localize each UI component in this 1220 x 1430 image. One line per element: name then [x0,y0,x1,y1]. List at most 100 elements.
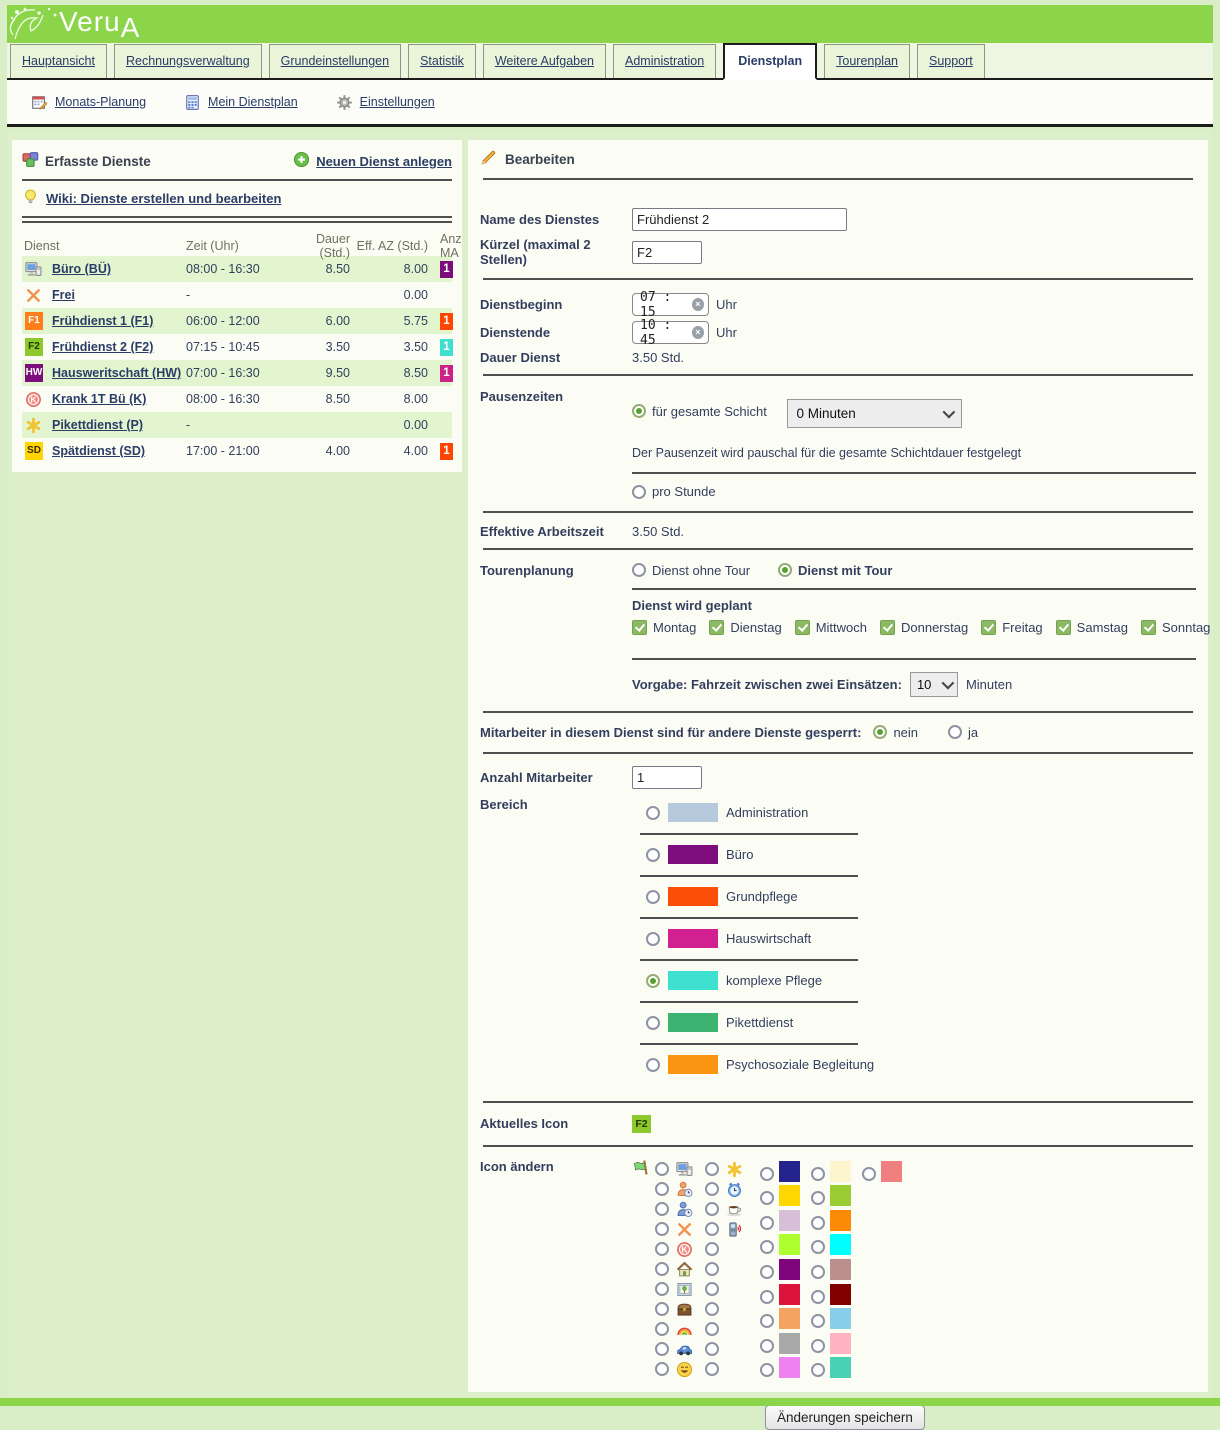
icon-option-radio-flag-violet-icon[interactable] [705,1302,719,1316]
checkbox-freitag[interactable] [981,620,996,635]
tab-dienstplan[interactable]: Dienstplan [723,43,817,80]
subnav-item-einstellungen[interactable]: Einstellungen [336,94,435,111]
color-swatch-48d1b4[interactable] [830,1357,851,1378]
service-link-hausweritschaft-hw[interactable]: Hausweritschaft (HW) [52,366,181,380]
weekday-donnerstag[interactable]: Donnerstag [880,620,968,635]
icon-option-radio-rainbow-icon[interactable] [655,1322,669,1336]
service-link-krank-1t-bue-k[interactable]: Krank 1T Bü (K) [52,392,146,406]
tab-weitere-aufgaben[interactable]: Weitere Aufgaben [483,44,606,78]
checkbox-samstag[interactable] [1056,620,1071,635]
icon-option-radio-x-icon[interactable] [655,1222,669,1236]
save-button[interactable]: Änderungen speichern [765,1405,925,1430]
color-swatch-24248c[interactable] [779,1161,800,1182]
color-option-radio-a9a9a9[interactable] [760,1339,774,1353]
icon-option-radio-house-icon[interactable] [655,1262,669,1276]
checkbox-dienstag[interactable] [709,620,724,635]
bereich-option-komplexe-pflege[interactable]: komplexe Pflege [632,971,1196,991]
color-option-radio-48d1b4[interactable] [811,1363,825,1377]
color-swatch-adff2f[interactable] [779,1234,800,1255]
service-name-input[interactable] [632,208,847,231]
pause-full-shift-radio[interactable] [632,404,646,418]
bereich-radio-psychosoziale-begleitung[interactable] [646,1058,660,1072]
gesperrt-ja-option[interactable]: ja [948,725,978,740]
bereich-option-grundpflege[interactable]: Grundpflege [632,887,1196,907]
color-swatch-fb8b06[interactable] [830,1210,851,1231]
color-swatch-87ceeb[interactable] [830,1308,851,1329]
color-swatch-f08080[interactable] [881,1161,902,1182]
color-option-radio-ffb3c1[interactable] [811,1339,825,1353]
dienstbeginn-input[interactable]: 07 : 15 [632,293,709,316]
color-swatch-ee82ee[interactable] [779,1357,800,1378]
dienstende-input[interactable]: 10 : 45 [632,321,709,344]
icon-option-radio-person-clock-blue-icon[interactable] [655,1202,669,1216]
color-swatch-800000[interactable] [830,1284,851,1305]
icon-option-radio-chest-icon[interactable] [655,1302,669,1316]
icon-option-radio-smiley-icon[interactable] [655,1362,669,1376]
color-swatch-fdf5ce[interactable] [830,1161,851,1182]
gesperrt-nein-option[interactable]: nein [873,725,918,740]
dienst-ohne-tour-option[interactable]: Dienst ohne Tour [632,563,750,578]
icon-option-radio-picture-icon[interactable] [655,1282,669,1296]
weekday-montag[interactable]: Montag [632,620,696,635]
weekday-mittwoch[interactable]: Mittwoch [795,620,867,635]
weekday-dienstag[interactable]: Dienstag [709,620,781,635]
tab-administration[interactable]: Administration [613,44,716,78]
checkbox-montag[interactable] [632,620,647,635]
color-swatch-ffb3c1[interactable] [830,1333,851,1354]
color-option-radio-f08080[interactable] [862,1167,876,1181]
wiki-link[interactable]: Wiki: Dienste erstellen und bearbeiten [22,187,452,209]
gesperrt-nein-radio[interactable] [873,725,887,739]
service-link-buero-bue[interactable]: Büro (BÜ) [52,262,111,276]
dienst-mit-tour-option[interactable]: Dienst mit Tour [778,563,892,578]
bereich-radio-hauswirtschaft[interactable] [646,932,660,946]
icon-option-radio-flag-yellow-icon[interactable] [705,1342,719,1356]
color-option-radio-d8bfd8[interactable] [760,1216,774,1230]
bereich-option-pikettdienst[interactable]: Pikettdienst [632,1013,1196,1033]
color-option-radio-bc8f8f[interactable] [811,1265,825,1279]
color-swatch-a9a9a9[interactable] [779,1333,800,1354]
bereich-radio-pikettdienst[interactable] [646,1016,660,1030]
icon-option-radio-flag-orange-icon[interactable] [705,1242,719,1256]
bereich-radio-komplexe-pflege[interactable] [646,974,660,988]
checkbox-sonntag[interactable] [1141,620,1156,635]
color-option-radio-ee82ee[interactable] [760,1363,774,1377]
icon-option-radio-asterisk-icon[interactable] [705,1162,719,1176]
icon-option-radio-phone-icon[interactable] [705,1222,719,1236]
tab-grundeinstellungen[interactable]: Grundeinstellungen [269,44,401,78]
color-swatch-bc8f8f[interactable] [830,1259,851,1280]
icon-option-radio-flag-pink-icon[interactable] [705,1282,719,1296]
color-swatch-ffd700[interactable] [779,1185,800,1206]
icon-option-radio-computer-icon[interactable] [655,1162,669,1176]
color-swatch-f4a460[interactable] [779,1308,800,1329]
weekday-freitag[interactable]: Freitag [981,620,1042,635]
dienst-mit-tour-radio[interactable] [778,563,792,577]
gesperrt-ja-radio[interactable] [948,725,962,739]
color-swatch-00ffff[interactable] [830,1234,851,1255]
tab-statistik[interactable]: Statistik [408,44,476,78]
icon-option-radio-person-clock-orange-icon[interactable] [655,1182,669,1196]
bereich-radio-grundpflege[interactable] [646,890,660,904]
tab-hauptansicht[interactable]: Hauptansicht [10,44,107,78]
pause-minutes-select[interactable]: 0 Minuten [787,399,962,428]
service-link-fruehdienst-2-f2[interactable]: Frühdienst 2 (F2) [52,340,153,354]
fahrzeit-select[interactable]: 10 [910,672,958,697]
pause-per-hour-option[interactable]: pro Stunde [632,484,716,499]
color-swatch-7d067d[interactable] [779,1259,800,1280]
subnav-item-monats-planung[interactable]: Monats-Planung [31,94,146,111]
clear-time-icon[interactable] [692,298,704,311]
service-link-pikettdienst-p[interactable]: Pikettdienst (P) [52,418,143,432]
color-option-radio-adff2f[interactable] [760,1240,774,1254]
color-option-radio-7d067d[interactable] [760,1265,774,1279]
subnav-item-mein-dienstplan[interactable]: Mein Dienstplan [184,94,298,111]
pause-per-hour-radio[interactable] [632,485,646,499]
color-option-radio-dc143c[interactable] [760,1290,774,1304]
color-option-radio-87ceeb[interactable] [811,1314,825,1328]
kuerzel-input[interactable] [632,241,702,264]
color-swatch-9acd32[interactable] [830,1185,851,1206]
color-option-radio-fb8b06[interactable] [811,1216,825,1230]
new-service-link[interactable]: Neuen Dienst anlegen [293,151,452,171]
checkbox-mittwoch[interactable] [795,620,810,635]
color-option-radio-f4a460[interactable] [760,1314,774,1328]
bereich-radio-administration[interactable] [646,806,660,820]
anzahl-mitarbeiter-input[interactable] [632,766,702,789]
